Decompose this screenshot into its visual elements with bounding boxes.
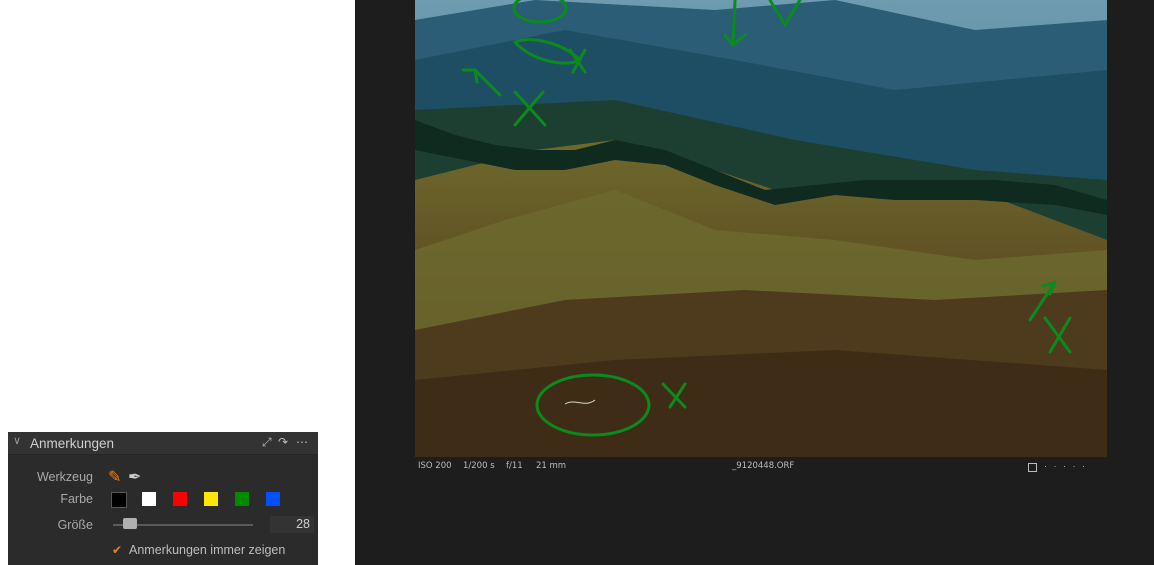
tool-label: Werkzeug [36, 470, 93, 484]
color-swatch-black[interactable] [111, 492, 127, 508]
color-swatch-green[interactable] [235, 492, 249, 506]
landscape-photo [415, 0, 1107, 457]
aperture-value: f/11 [506, 461, 523, 471]
photo-canvas[interactable] [415, 0, 1107, 457]
file-name: _9120448.ORF [732, 461, 795, 471]
color-swatch-yellow[interactable] [204, 492, 218, 506]
shutter-speed: 1/200 s [463, 461, 495, 471]
color-swatch-red[interactable] [173, 492, 187, 506]
always-show-annotations-checkbox[interactable]: Anmerkungen immer zeigen [129, 543, 285, 557]
expand-icon[interactable]: ⤢ [262, 435, 272, 450]
panel-title: Anmerkungen [30, 436, 115, 451]
reset-icon[interactable]: ↷ [278, 435, 288, 449]
color-swatch-blue[interactable] [266, 492, 280, 506]
image-viewer: ISO 200 1/200 s f/11 21 mm _9120448.ORF … [355, 0, 1154, 565]
pencil-icon[interactable]: ✎ [108, 467, 121, 487]
chevron-down-icon[interactable]: ∨ [13, 434, 21, 447]
more-icon[interactable]: ⋯ [296, 435, 309, 449]
panel-header[interactable]: ∨ Anmerkungen ⤢ ↷ ⋯ [8, 432, 318, 455]
checkmark-icon[interactable]: ✔ [112, 543, 122, 557]
iso-value: ISO 200 [418, 461, 452, 471]
size-label: Größe [57, 518, 93, 532]
color-label: Farbe [60, 492, 93, 506]
eraser-icon[interactable]: ✒ [128, 467, 141, 487]
rating-dots[interactable]: · · · · · [1044, 461, 1087, 471]
annotations-panel: ∨ Anmerkungen ⤢ ↷ ⋯ Werkzeug ✎ ✒ Farbe G… [8, 432, 318, 565]
size-slider-handle[interactable] [123, 518, 137, 529]
color-swatch-white[interactable] [142, 492, 156, 506]
focal-length: 21 mm [536, 461, 567, 471]
rating-square-icon[interactable] [1028, 463, 1037, 472]
size-value-field[interactable]: 28 [270, 516, 314, 533]
